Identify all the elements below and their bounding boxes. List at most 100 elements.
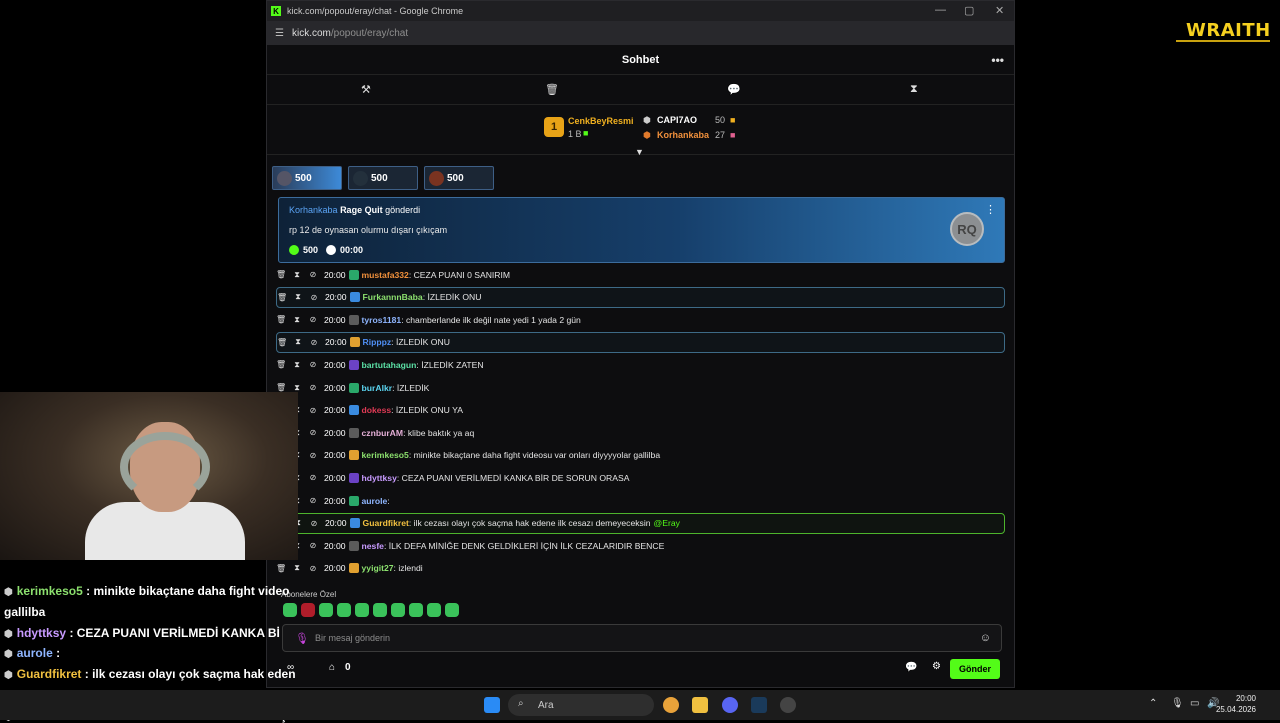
clock[interactable]: 20:00 25.04.2026 [1216,693,1256,715]
ban-icon[interactable]: ⊘ [308,360,318,369]
ban-icon[interactable]: ⊘ [308,428,318,437]
message-username[interactable]: tyros1181 [362,315,402,325]
timeout-icon[interactable]: ⧗ [292,270,302,280]
emote[interactable] [283,603,297,617]
chat-input[interactable]: 🎙 Bir mesaj gönderin ☺ [282,624,1002,652]
more-options-icon[interactable]: ••• [991,53,1004,67]
chat-message[interactable]: 🗑 ⧗ ⊘ 20:00 bartutahagun: İZLEDİK ZATEN [276,354,1005,375]
microphone-icon[interactable]: 🎙 [1171,698,1184,709]
emoji-icon[interactable]: ☺ [980,632,991,644]
chat-bubble-icon[interactable]: 💬 [905,662,917,673]
chat-message[interactable]: 🗑 ⧗ ⊘ 20:00 FurkannnBaba: İZLEDİK ONU [276,286,1005,308]
delete-icon[interactable]: 🗑 [276,383,286,392]
ban-icon[interactable]: ⊘ [308,473,318,482]
ban-icon[interactable]: ⊘ [308,451,318,460]
third-gifter-name[interactable]: Korhankaba [657,130,709,140]
tray-chevron-icon[interactable]: ⌃ [1149,698,1157,709]
message-username[interactable]: bartutahagun [362,360,417,370]
message-username[interactable]: cznburAM [362,428,404,438]
ban-icon[interactable]: ⊘ [308,270,318,279]
emote[interactable] [427,603,441,617]
banner-user[interactable]: Korhankaba [289,205,338,215]
settings-gear-icon[interactable]: ⚙ [932,661,941,672]
chat-message[interactable]: 🗑 ⧗ ⊘ 20:00 mustafa332: CEZA PUANI 0 SANIRIM [276,264,1005,285]
ban-icon[interactable]: ⊘ [308,541,318,550]
emote[interactable] [337,603,351,617]
site-settings-icon[interactable]: ☰ [275,28,284,39]
ban-icon[interactable]: ⊘ [308,496,318,505]
emote[interactable] [445,603,459,617]
pinned-gift[interactable]: 500 [424,166,494,190]
chat-message[interactable]: 🗑 ⧗ ⊘ 20:00 burAlkr: İZLEDİK [276,377,1005,398]
microphone-icon[interactable]: 🎙 [295,632,309,645]
ban-icon[interactable]: ⊘ [309,338,319,347]
emote[interactable] [409,603,423,617]
chat-message[interactable]: 🗑⧗⊘20:00dokess: İZLEDİK ONU YA [276,400,1005,421]
maximize-icon[interactable]: ▢ [964,4,974,17]
delete-icon[interactable]: 🗑 [276,315,286,324]
delete-icon[interactable]: 🗑 [276,270,286,279]
chat-message[interactable]: 🗑 ⧗ ⊘ 20:00 tyros1181: chamberlande ilk deği… [276,309,1005,330]
windows-start-icon[interactable] [484,697,500,713]
delete-icon[interactable]: 🗑 [276,360,286,369]
ban-icon[interactable]: ⊘ [308,383,318,392]
chat-bubble-icon[interactable]: 💬 [727,83,741,96]
file-explorer-icon[interactable] [692,697,708,713]
chat-message[interactable]: 🗑 ⧗ ⊘ 20:00 yyigit27: izlendi [276,558,1005,579]
chat-message[interactable]: 🗑⧗⊘20:00Guardfikret: ilk cezası olayı ço… [276,512,1005,534]
emote[interactable] [373,603,387,617]
chat-message[interactable]: 🗑⧗⊘20:00aurole: [276,490,1005,511]
emote[interactable] [301,603,315,617]
delete-icon[interactable]: 🗑 [276,564,286,573]
emote[interactable] [355,603,369,617]
ban-icon[interactable]: ⊘ [308,564,318,573]
message-username[interactable]: nesfe [362,541,384,551]
timeout-icon[interactable]: ⧗ [292,563,302,573]
minimize-icon[interactable]: — [935,4,946,16]
ban-icon[interactable]: ⊘ [308,406,318,415]
delete-icon[interactable]: 🗑 [277,293,287,302]
timeout-icon[interactable]: ⧗ [292,315,302,325]
message-username[interactable]: mustafa332 [362,270,409,280]
chat-message[interactable]: 🗑⧗⊘20:00nesfe: İLK DEFA MİNİĞE DENK GELD… [276,535,1005,556]
ban-icon[interactable]: ⊘ [309,519,319,528]
delete-icon[interactable]: 🗑 [277,338,287,347]
message-mention[interactable]: @Eray [654,518,680,528]
collapse-icon[interactable]: ▼ [635,147,644,157]
hourglass-icon[interactable]: ⧗ [910,83,918,96]
message-username[interactable]: kerimkeso5 [362,450,409,460]
message-username[interactable]: yyigit27 [362,563,394,573]
message-username[interactable]: dokess [362,405,392,415]
top-gifter-name[interactable]: CenkBeyResmi [568,116,634,126]
message-username[interactable]: FurkannnBaba [363,292,423,302]
send-button[interactable]: Gönder [950,659,1000,679]
chat-message[interactable]: 🗑⧗⊘20:00hdyttksy: CEZA PUANI VERİLMEDİ K… [276,467,1005,488]
timeout-icon[interactable]: ⧗ [292,383,302,393]
chat-message[interactable]: 🗑⧗⊘20:00kerimkeso5: minikte bikaçtane da… [276,445,1005,466]
taskbar-search[interactable]: ⌕ Ara [508,694,654,716]
trash-icon[interactable]: 🗑 [545,83,559,96]
second-gifter-name[interactable]: CAPI7AO [657,115,697,125]
app-icon[interactable] [780,697,796,713]
steam-icon[interactable] [751,697,767,713]
timeout-icon[interactable]: ⧗ [292,360,302,370]
close-icon[interactable]: ✕ [995,4,1004,17]
network-icon[interactable]: ▭ [1190,698,1199,709]
message-username[interactable]: hdyttksy [362,473,397,483]
chat-message[interactable]: 🗑⧗⊘20:00cznburAM: klibe baktık ya aq [276,422,1005,443]
ban-icon[interactable]: ⊘ [309,293,319,302]
message-username[interactable]: aurole [362,496,388,506]
message-username[interactable]: burAlkr [362,383,393,393]
emote[interactable] [319,603,333,617]
banner-menu-icon[interactable]: ⋮ [985,203,996,216]
address-bar[interactable]: ☰ kick.com/popout/eray/chat [267,21,1014,45]
emote[interactable] [391,603,405,617]
discord-icon[interactable] [722,697,738,713]
message-username[interactable]: Ripppz [363,337,392,347]
chrome-icon[interactable] [663,697,679,713]
chat-message[interactable]: 🗑 ⧗ ⊘ 20:00 Ripppz: İZLEDİK ONU [276,331,1005,353]
ban-icon[interactable]: ⊘ [308,315,318,324]
pinned-gift[interactable]: 500 [272,166,342,190]
timeout-icon[interactable]: ⧗ [293,337,303,347]
timeout-icon[interactable]: ⧗ [293,292,303,302]
